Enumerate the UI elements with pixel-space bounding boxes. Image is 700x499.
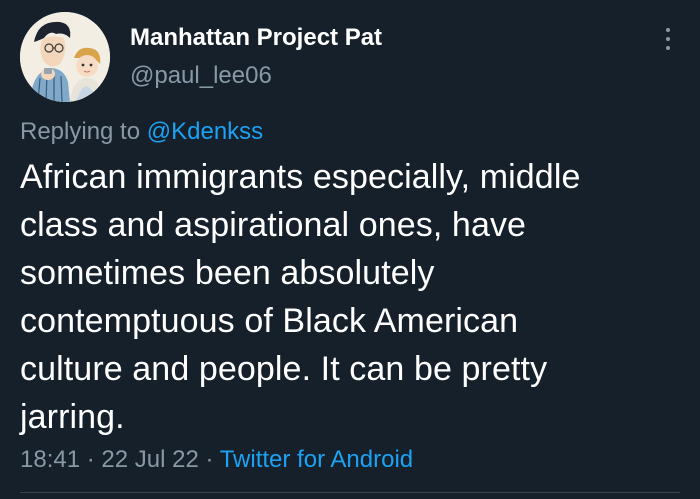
reply-mention-link[interactable]: @Kdenkss: [147, 118, 263, 145]
more-dot: [666, 46, 670, 50]
replying-to: Replying to @Kdenkss: [20, 118, 263, 146]
divider: [20, 492, 680, 493]
more-dot: [666, 28, 670, 32]
more-dot: [666, 37, 670, 41]
avatar-illustration-icon: [20, 12, 110, 102]
avatar[interactable]: [20, 12, 110, 102]
tweet-card: Manhattan Project Pat @paul_lee06 Replyi…: [0, 0, 700, 499]
tweet-text-line: sometimes been absolutely: [20, 254, 435, 292]
tweet-metadata: 18:41 · 22 Jul 22 · Twitter for Android: [20, 446, 413, 474]
tweet-source-link[interactable]: Twitter for Android: [220, 446, 413, 473]
tweet-text-line: jarring.: [20, 398, 125, 436]
tweet-text-line: contemptuous of Black American: [20, 302, 519, 340]
more-vertical-icon[interactable]: [658, 26, 678, 52]
tweet-text-line: class and aspirational ones, have: [20, 206, 527, 244]
meta-separator: ·: [198, 446, 220, 473]
meta-separator: ·: [80, 446, 102, 473]
tweet-text-line: culture and people. It can be pretty: [20, 350, 548, 388]
user-handle[interactable]: @paul_lee06: [130, 62, 272, 90]
tweet-time[interactable]: 18:41: [20, 446, 80, 473]
replying-to-label: Replying to: [20, 118, 147, 145]
tweet-date[interactable]: 22 Jul 22: [101, 446, 198, 473]
tweet-text-line: African immigrants especially, middle: [20, 158, 581, 196]
display-name[interactable]: Manhattan Project Pat: [130, 24, 382, 52]
tweet-text: African immigrants especially, middle cl…: [20, 153, 680, 441]
